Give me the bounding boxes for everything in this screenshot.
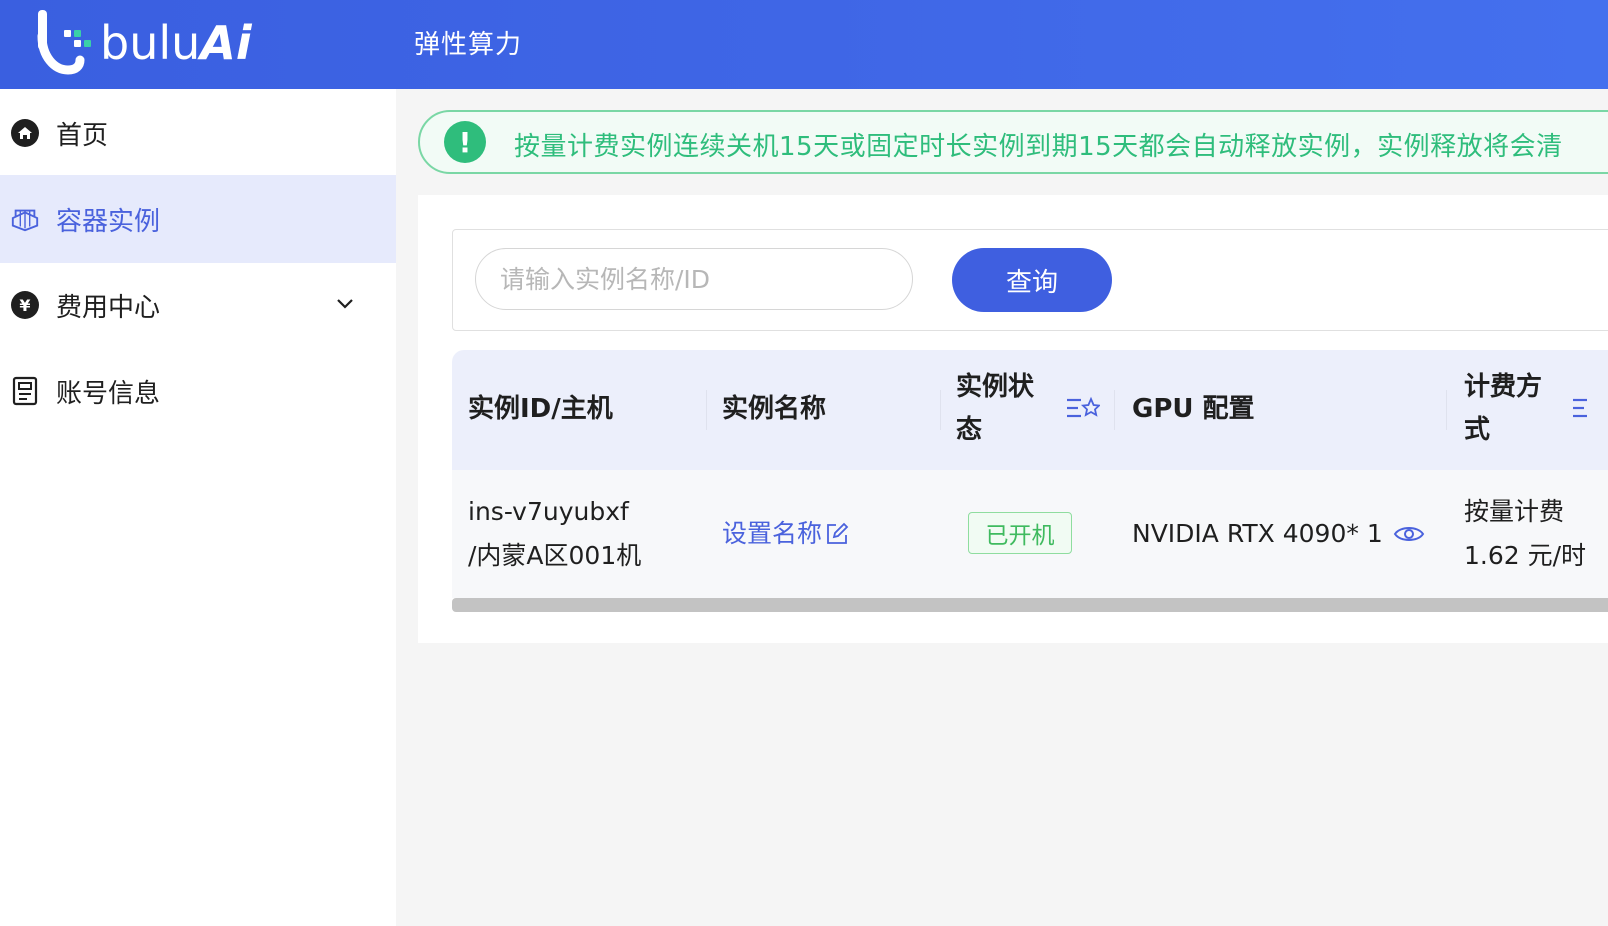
chevron-down-icon[interactable] [336,295,354,314]
sidebar-item-label: 容器实例 [56,206,161,237]
column-header-name: 实例名称 [722,394,827,424]
table-header: 实例ID/主机 实例名称 实例状 态 GPU 配置 计费方 式 [452,350,1608,470]
sidebar-item-label: 费用中心 [56,292,161,323]
sidebar: 首页 容器实例 ¥ 费用中心 账号信息 [0,89,396,926]
yen-icon: ¥ [10,290,40,320]
column-divider [940,390,941,430]
column-divider [706,390,707,430]
column-header-gpu: GPU 配置 [1132,394,1255,424]
bulu-logo-icon [37,10,91,75]
sidebar-item-container-instances[interactable]: 容器实例 [0,175,396,263]
column-header-status-line2: 态 [956,415,983,445]
column-divider [1114,390,1115,430]
document-icon [10,376,40,406]
status-badge: 已开机 [968,512,1072,554]
container-icon [10,204,40,234]
query-button[interactable]: 查询 [952,248,1112,312]
sidebar-item-billing-center[interactable]: ¥ 费用中心 [0,261,396,349]
column-header-billing-line1: 计费方 [1464,372,1543,402]
billing-price: 1.62 元/时 [1464,541,1587,570]
status-filter-icon[interactable] [1066,396,1102,424]
svg-text:¥: ¥ [19,296,30,315]
search-input[interactable] [475,248,913,310]
table-row: ins-v7uyubxf /内蒙A区001机 设置名称 已开机 NVIDIA R… [452,470,1608,598]
search-bar: 查询 [452,229,1608,331]
set-name-link[interactable]: 设置名称 [722,512,850,556]
column-header-status-line1: 实例状 [956,372,1035,402]
column-divider [1446,390,1447,430]
gpu-config-cell: NVIDIA RTX 4090* 1 [1132,512,1425,556]
column-header-billing-line2: 式 [1464,415,1491,445]
logo-text: buluAi [100,16,252,70]
set-name-label: 设置名称 [722,519,823,548]
instances-panel: 查询 实例ID/主机 实例名称 实例状 态 GPU 配置 计费方 [418,195,1608,643]
eye-icon[interactable] [1393,523,1425,545]
sidebar-item-label: 账号信息 [56,378,161,409]
billing-cell: 按量计费 1.62 元/时 [1464,490,1586,578]
edit-icon [827,522,849,544]
instance-id: ins-v7uyubxf [468,497,629,526]
sidebar-item-label: 首页 [56,120,109,151]
gpu-config: NVIDIA RTX 4090* 1 [1132,519,1383,548]
release-warning-alert: ! 按量计费实例连续关机15天或固定时长实例到期15天都会自动释放实例，实例释放… [418,110,1608,174]
column-header-billing: 计费方 式 [1464,366,1542,452]
sidebar-item-account-info[interactable]: 账号信息 [0,347,396,435]
column-header-status: 实例状 态 [956,366,1034,452]
home-icon [10,118,40,148]
top-bar: buluAi 弹性算力 [0,0,1608,89]
product-title: 弹性算力 [414,30,523,60]
billing-filter-icon[interactable] [1572,396,1606,424]
sidebar-item-home[interactable]: 首页 [0,89,396,177]
instance-id-cell: ins-v7uyubxf /内蒙A区001机 [468,490,641,578]
horizontal-scrollbar[interactable] [452,598,1608,612]
instance-host: /内蒙A区001机 [468,541,642,570]
billing-method: 按量计费 [1464,497,1565,526]
alert-text: 按量计费实例连续关机15天或固定时长实例到期15天都会自动释放实例，实例释放将会… [514,132,1563,162]
column-header-id: 实例ID/主机 [468,394,613,424]
exclamation-icon: ! [444,121,486,163]
main-content: ! 按量计费实例连续关机15天或固定时长实例到期15天都会自动释放实例，实例释放… [396,89,1608,926]
logo[interactable]: buluAi [34,8,252,78]
